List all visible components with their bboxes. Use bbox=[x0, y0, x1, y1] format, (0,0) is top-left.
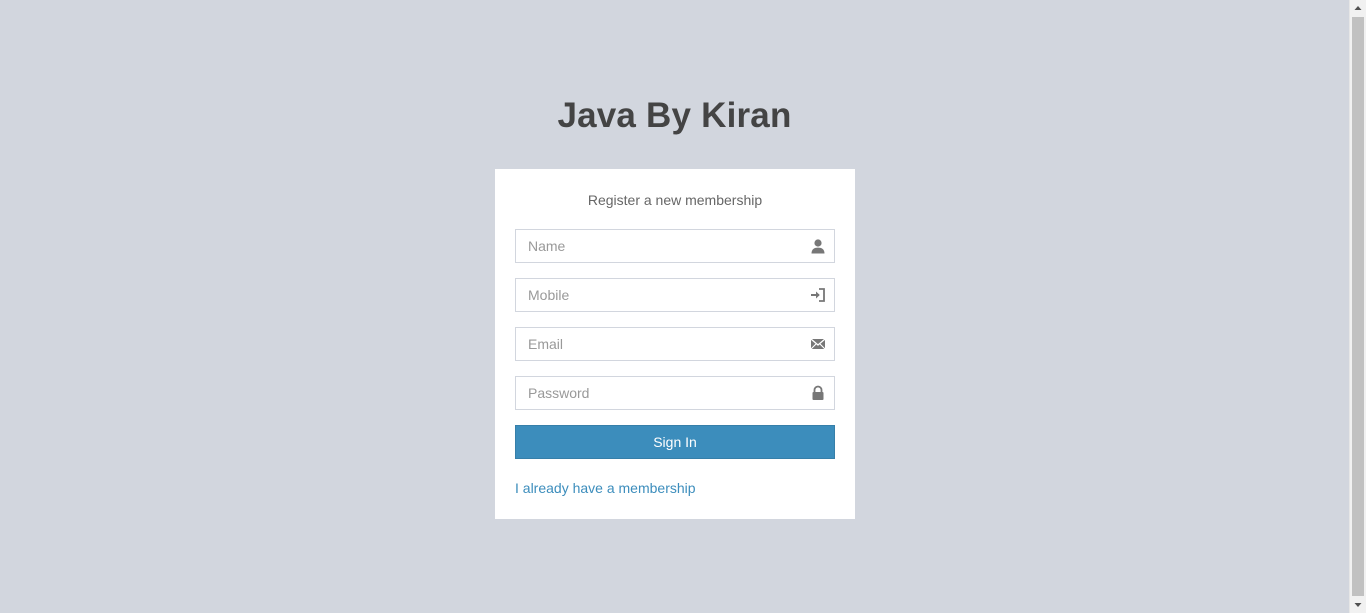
lock-icon bbox=[810, 385, 826, 401]
page-title: Java By Kiran bbox=[557, 96, 792, 135]
register-box: Register a new membership Name Mobile Em… bbox=[495, 169, 855, 519]
page: Java By Kiran Register a new membership bbox=[0, 0, 1366, 613]
name-input[interactable] bbox=[516, 230, 834, 262]
scroll-up-arrow-icon[interactable] bbox=[1350, 0, 1366, 17]
email-input[interactable] bbox=[516, 328, 834, 360]
log-in-icon bbox=[810, 287, 826, 303]
envelope-icon bbox=[810, 336, 826, 352]
already-member-link[interactable]: I already have a membership bbox=[515, 480, 696, 496]
box-message: Register a new membership bbox=[587, 192, 763, 208]
mobile-field[interactable] bbox=[515, 278, 835, 312]
mobile-input[interactable] bbox=[516, 279, 834, 311]
password-input[interactable] bbox=[516, 377, 834, 409]
password-field[interactable] bbox=[515, 376, 835, 410]
name-field[interactable] bbox=[515, 229, 835, 263]
scroll-down-arrow-icon[interactable] bbox=[1350, 596, 1366, 613]
user-icon bbox=[810, 238, 826, 254]
email-field[interactable] bbox=[515, 327, 835, 361]
sign-in-button[interactable]: Sign In bbox=[515, 425, 835, 459]
vertical-scrollbar[interactable] bbox=[1349, 0, 1366, 613]
scroll-thumb[interactable] bbox=[1352, 17, 1364, 596]
